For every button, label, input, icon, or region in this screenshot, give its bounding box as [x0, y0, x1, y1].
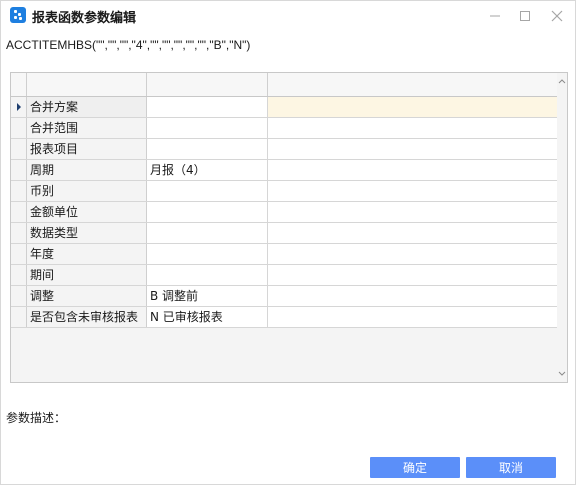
grid-header [11, 73, 557, 97]
param-extra-cell[interactable] [268, 265, 557, 285]
param-value-cell[interactable] [147, 244, 268, 264]
ok-button[interactable]: 确定 [370, 457, 460, 478]
param-value-cell[interactable]: B 调整前 [147, 286, 268, 306]
minimize-button[interactable] [479, 1, 511, 31]
param-name-cell: 合并范围 [27, 118, 147, 138]
param-name-cell: 周期 [27, 160, 147, 180]
row-indicator [11, 223, 27, 243]
table-row[interactable]: 周期 月报（4） [11, 160, 557, 181]
table-row[interactable]: 是否包含未审核报表 N 已审核报表 [11, 307, 557, 328]
scroll-down-button[interactable] [558, 369, 566, 379]
param-extra-cell[interactable] [268, 307, 557, 327]
param-name-cell: 期间 [27, 265, 147, 285]
table-row[interactable]: 金额单位 [11, 202, 557, 223]
table-row[interactable]: 报表项目 [11, 139, 557, 160]
header-param-name[interactable] [27, 73, 147, 96]
param-name-cell: 调整 [27, 286, 147, 306]
current-row-arrow-icon [17, 103, 21, 111]
row-indicator [11, 265, 27, 285]
param-extra-cell[interactable] [268, 286, 557, 306]
param-extra-cell[interactable] [268, 160, 557, 180]
row-indicator [11, 307, 27, 327]
chevron-down-icon [558, 371, 566, 376]
param-value-cell[interactable] [147, 223, 268, 243]
scroll-up-button[interactable] [558, 76, 566, 86]
table-row[interactable]: 期间 [11, 265, 557, 286]
param-extra-cell[interactable] [268, 181, 557, 201]
row-indicator [11, 202, 27, 222]
header-param-value[interactable] [147, 73, 268, 96]
table-row[interactable]: 合并方案 [11, 97, 557, 118]
table-row[interactable]: 合并范围 [11, 118, 557, 139]
table-row[interactable]: 调整 B 调整前 [11, 286, 557, 307]
param-name-cell: 金额单位 [27, 202, 147, 222]
formula-text: ACCTITEMHBS("","","","4","","","","","",… [6, 38, 251, 52]
row-indicator [11, 244, 27, 264]
param-value-cell[interactable] [147, 202, 268, 222]
row-indicator [11, 160, 27, 180]
close-button[interactable] [541, 1, 573, 31]
param-name-cell: 合并方案 [27, 97, 147, 117]
chevron-up-icon [558, 79, 566, 84]
param-name-cell: 是否包含未审核报表 [27, 307, 147, 327]
param-value-cell[interactable] [147, 265, 268, 285]
param-name-cell: 报表项目 [27, 139, 147, 159]
maximize-button[interactable] [509, 1, 541, 31]
spreadsheet-dots-icon [10, 7, 26, 23]
row-indicator [11, 139, 27, 159]
dialog-window: 报表函数参数编辑 ACCTITEMHBS("","","","4","","",… [0, 0, 576, 485]
param-extra-cell[interactable] [268, 118, 557, 138]
param-extra-cell[interactable] [268, 97, 557, 117]
param-value-cell[interactable] [147, 97, 268, 117]
param-value-cell[interactable]: N 已审核报表 [147, 307, 268, 327]
param-value-cell[interactable] [147, 181, 268, 201]
param-value-cell[interactable] [147, 139, 268, 159]
parameter-grid[interactable]: 合并方案 合并范围 报表项目 周期 月报（4） 币别 金额单位 数据类型 年度 … [10, 72, 568, 383]
table-row[interactable]: 币别 [11, 181, 557, 202]
param-extra-cell[interactable] [268, 202, 557, 222]
header-indicator-cell [11, 73, 27, 96]
maximize-icon [520, 11, 530, 21]
header-param-desc[interactable] [268, 73, 557, 96]
grid-rows: 合并方案 合并范围 报表项目 周期 月报（4） 币别 金额单位 数据类型 年度 … [11, 97, 557, 328]
row-indicator [11, 118, 27, 138]
window-title: 报表函数参数编辑 [32, 11, 137, 26]
vertical-scrollbar[interactable] [557, 73, 567, 382]
row-indicator [11, 97, 27, 117]
table-row[interactable]: 数据类型 [11, 223, 557, 244]
title-bar[interactable]: 报表函数参数编辑 [1, 1, 575, 31]
table-row[interactable]: 年度 [11, 244, 557, 265]
row-indicator [11, 181, 27, 201]
close-icon [551, 10, 563, 22]
param-name-cell: 年度 [27, 244, 147, 264]
param-value-cell[interactable]: 月报（4） [147, 160, 268, 180]
param-extra-cell[interactable] [268, 244, 557, 264]
minimize-icon [490, 15, 500, 17]
param-description-label: 参数描述： [6, 411, 67, 425]
param-name-cell: 币别 [27, 181, 147, 201]
param-value-cell[interactable] [147, 118, 268, 138]
cancel-button[interactable]: 取消 [466, 457, 556, 478]
param-extra-cell[interactable] [268, 223, 557, 243]
param-extra-cell[interactable] [268, 139, 557, 159]
param-name-cell: 数据类型 [27, 223, 147, 243]
row-indicator [11, 286, 27, 306]
